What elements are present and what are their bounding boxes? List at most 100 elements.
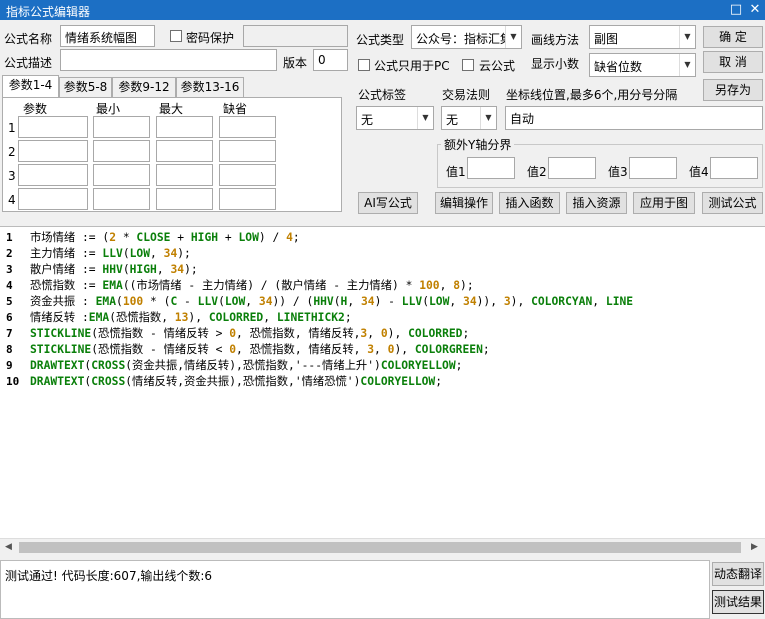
status-panel: 测试通过! 代码长度:607,输出线个数:6 [0, 560, 710, 619]
edit-ops-button[interactable]: 编辑操作 [435, 192, 493, 214]
line-number: 8 [6, 343, 13, 356]
y-value-2-input[interactable] [548, 157, 596, 179]
param-4-name[interactable] [18, 188, 88, 210]
code-line[interactable]: 散户情绪 := HHV(HIGH, 34); [30, 262, 198, 278]
param-2-name[interactable] [18, 140, 88, 162]
param-2-max[interactable] [156, 140, 213, 162]
param-header-name: 参数 [23, 102, 48, 116]
param-1-default[interactable] [219, 116, 276, 138]
horizontal-scrollbar[interactable]: ◀ ▶ [0, 538, 765, 555]
param-header-max: 最大 [159, 102, 184, 116]
trade-rule-value: 无 [446, 113, 459, 127]
save-as-button[interactable]: 另存为 [703, 79, 763, 101]
window-title: 指标公式编辑器 [6, 5, 91, 19]
y-value-1-input[interactable] [467, 157, 515, 179]
trade-rule-select[interactable]: 无 ▼ [441, 106, 497, 130]
dynamic-translate-button[interactable]: 动态翻译 [712, 562, 764, 586]
line-number: 3 [6, 263, 13, 276]
test-formula-button[interactable]: 测试公式 [702, 192, 763, 214]
line-number: 10 [6, 375, 20, 388]
param-row-number: 2 [8, 145, 16, 159]
decimals-label: 显示小数 [531, 57, 580, 71]
password-label: 密码保护 [186, 31, 235, 45]
status-text: 测试通过! 代码长度:607,输出线个数:6 [5, 569, 213, 583]
scroll-left-icon[interactable]: ◀ [0, 539, 17, 556]
code-line[interactable]: DRAWTEXT(CROSS(情绪反转,资金共振),恐慌指数,'情绪恐慌')CO… [30, 374, 442, 390]
ok-button[interactable]: 确 定 [703, 26, 763, 48]
chevron-down-icon: ▼ [679, 26, 695, 48]
tab-params-5-8[interactable]: 参数5-8 [59, 77, 112, 97]
apply-to-chart-button[interactable]: 应用于图 [633, 192, 695, 214]
cloud-checkbox[interactable] [462, 59, 474, 71]
code-line[interactable]: 资金共振 : EMA(100 * (C - LLV(LOW, 34)) / (H… [30, 294, 633, 310]
decimals-select[interactable]: 缺省位数 ▼ [589, 53, 696, 77]
coord-line-input[interactable]: 自动 [505, 106, 763, 130]
insert-function-button[interactable]: 插入函数 [499, 192, 560, 214]
param-2-min[interactable] [93, 140, 150, 162]
draw-method-label: 画线方法 [531, 33, 580, 47]
pc-only-checkbox[interactable] [358, 59, 370, 71]
version-input[interactable]: 0 [313, 49, 348, 71]
formula-type-select[interactable]: 公众号：指标汇集 ▼ [411, 25, 522, 49]
title-bar: 指标公式编辑器 □ ✕ [0, 0, 765, 20]
line-number: 7 [6, 327, 13, 340]
line-number: 2 [6, 247, 13, 260]
param-3-min[interactable] [93, 164, 150, 186]
formula-desc-label: 公式描述 [4, 56, 53, 70]
formula-name-input[interactable]: 情绪系统幅图 [60, 25, 155, 47]
formula-desc-input[interactable] [60, 49, 277, 71]
formula-tag-value: 无 [361, 113, 374, 127]
code-line[interactable]: 情绪反转 :EMA(恐慌指数, 13), COLORRED, LINETHICK… [30, 310, 352, 326]
tab-params-1-4[interactable]: 参数1-4 [2, 75, 59, 98]
tab-params-9-12[interactable]: 参数9-12 [112, 77, 176, 97]
formula-type-label: 公式类型 [356, 33, 405, 47]
param-3-name[interactable] [18, 164, 88, 186]
code-line[interactable]: 恐慌指数 := EMA((市场情绪 - 主力情绪) / (散户情绪 - 主力情绪… [30, 278, 474, 294]
param-3-default[interactable] [219, 164, 276, 186]
param-3-max[interactable] [156, 164, 213, 186]
password-input[interactable] [243, 25, 348, 47]
param-1-max[interactable] [156, 116, 213, 138]
param-1-name[interactable] [18, 116, 88, 138]
line-number: 5 [6, 295, 13, 308]
formula-name-label: 公式名称 [4, 32, 53, 46]
decimals-value: 缺省位数 [594, 60, 643, 74]
code-line[interactable]: STICKLINE(恐慌指数 - 情绪反转 > 0, 恐慌指数, 情绪反转,3,… [30, 326, 469, 342]
formula-tag-label: 公式标签 [358, 88, 407, 102]
draw-method-value: 副图 [594, 32, 619, 46]
y-value-2-label: 值2 [527, 165, 547, 179]
param-1-min[interactable] [93, 116, 150, 138]
maximize-button[interactable]: □ [727, 1, 745, 19]
scroll-right-icon[interactable]: ▶ [746, 539, 763, 556]
insert-resource-button[interactable]: 插入资源 [566, 192, 627, 214]
cancel-button[interactable]: 取 消 [703, 51, 763, 73]
y-value-1-label: 值1 [446, 165, 466, 179]
coord-line-label: 坐标线位置,最多6个,用分号分隔 [506, 88, 678, 102]
y-value-3-input[interactable] [629, 157, 677, 179]
line-number: 9 [6, 359, 13, 372]
formula-tag-select[interactable]: 无 ▼ [356, 106, 434, 130]
y-value-4-input[interactable] [710, 157, 758, 179]
password-checkbox[interactable] [170, 30, 182, 42]
param-header-min: 最小 [96, 102, 121, 116]
param-4-default[interactable] [219, 188, 276, 210]
chevron-down-icon: ▼ [679, 54, 695, 76]
close-button[interactable]: ✕ [746, 1, 764, 19]
code-line[interactable]: DRAWTEXT(CROSS(资金共振,情绪反转),恐慌指数,'---情绪上升'… [30, 358, 462, 374]
draw-method-select[interactable]: 副图 ▼ [589, 25, 696, 49]
scrollbar-thumb[interactable] [19, 542, 741, 553]
chevron-down-icon: ▼ [505, 26, 521, 48]
param-2-default[interactable] [219, 140, 276, 162]
line-number-gutter: 1 2 3 4 5 6 7 8 9 10 [0, 227, 30, 539]
ai-write-button[interactable]: AI写公式 [358, 192, 418, 214]
code-line[interactable]: STICKLINE(恐慌指数 - 情绪反转 < 0, 恐慌指数, 情绪反转, 3… [30, 342, 490, 358]
code-line[interactable]: 市场情绪 := (2 * CLOSE + HIGH + LOW) / 4; [30, 230, 300, 246]
code-editor[interactable]: 1 2 3 4 5 6 7 8 9 10 市场情绪 := (2 * CLOSE + HIGH + … [0, 226, 765, 539]
tab-params-13-16[interactable]: 参数13-16 [176, 77, 244, 97]
pc-only-label: 公式只用于PC [374, 59, 450, 73]
param-4-min[interactable] [93, 188, 150, 210]
test-result-button[interactable]: 测试结果 [712, 590, 764, 614]
param-4-max[interactable] [156, 188, 213, 210]
code-line[interactable]: 主力情绪 := LLV(LOW, 34); [30, 246, 191, 262]
param-row-number: 1 [8, 121, 16, 135]
